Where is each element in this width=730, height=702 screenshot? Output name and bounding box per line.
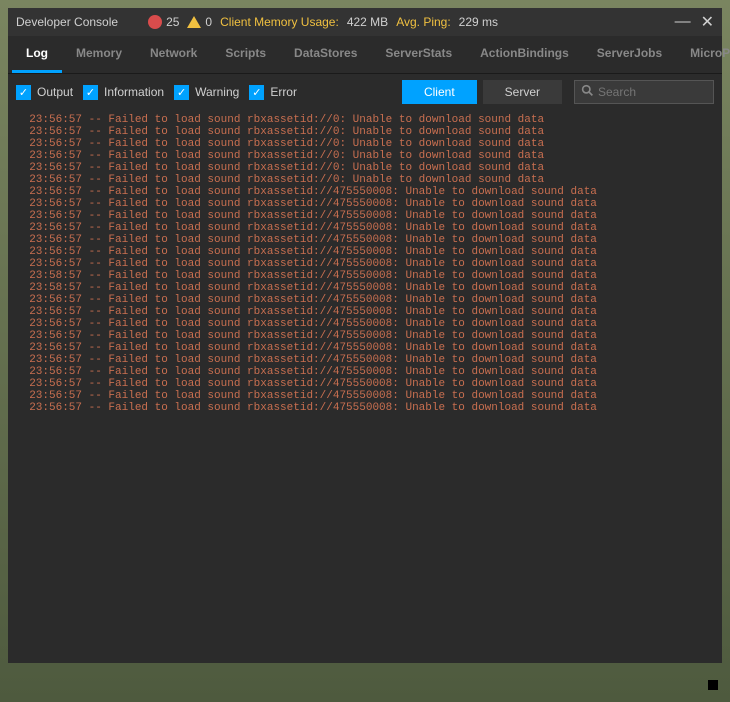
warning-icon [187, 16, 201, 28]
log-line: 23:56:57 -- Failed to load sound rbxasse… [16, 294, 714, 306]
tab-log[interactable]: Log [12, 36, 62, 73]
client-button[interactable]: Client [402, 80, 477, 104]
warn-count-badge: 0 [187, 15, 212, 29]
stats-group: 25 0 Client Memory Usage: 422 MB Avg. Pi… [148, 15, 675, 29]
label-error: Error [270, 85, 297, 99]
log-line: 23:58:57 -- Failed to load sound rbxasse… [16, 282, 714, 294]
developer-console-window: Developer Console 25 0 Client Memory Usa… [8, 8, 722, 663]
log-line: 23:56:57 -- Failed to load sound rbxasse… [16, 402, 714, 414]
error-icon [148, 15, 162, 29]
filter-bar: ✓ Output ✓ Information ✓ Warning ✓ Error… [8, 74, 722, 110]
log-line: 23:56:57 -- Failed to load sound rbxasse… [16, 306, 714, 318]
log-line: 23:56:57 -- Failed to load sound rbxasse… [16, 162, 714, 174]
log-line: 23:56:57 -- Failed to load sound rbxasse… [16, 258, 714, 270]
log-line: 23:56:57 -- Failed to load sound rbxasse… [16, 126, 714, 138]
log-line: 23:56:57 -- Failed to load sound rbxasse… [16, 390, 714, 402]
log-line: 23:56:57 -- Failed to load sound rbxasse… [16, 138, 714, 150]
close-button[interactable]: ✕ [701, 12, 714, 32]
window-controls: — ✕ [675, 12, 714, 32]
ping-label: Avg. Ping: [396, 15, 450, 29]
checkbox-information[interactable]: ✓ [83, 85, 98, 100]
checkbox-output[interactable]: ✓ [16, 85, 31, 100]
tab-memory[interactable]: Memory [62, 36, 136, 73]
log-line: 23:56:57 -- Failed to load sound rbxasse… [16, 354, 714, 366]
log-line: 23:56:57 -- Failed to load sound rbxasse… [16, 318, 714, 330]
search-input[interactable] [598, 85, 707, 99]
log-line: 23:56:57 -- Failed to load sound rbxasse… [16, 246, 714, 258]
log-line: 23:58:57 -- Failed to load sound rbxasse… [16, 270, 714, 282]
window-title: Developer Console [16, 15, 118, 29]
warn-count: 0 [205, 15, 212, 29]
tab-serverstats[interactable]: ServerStats [371, 36, 466, 73]
log-line: 23:56:57 -- Failed to load sound rbxasse… [16, 150, 714, 162]
log-line: 23:56:57 -- Failed to load sound rbxasse… [16, 342, 714, 354]
tab-actionbindings[interactable]: ActionBindings [466, 36, 583, 73]
server-button[interactable]: Server [483, 80, 562, 104]
label-warning: Warning [195, 85, 239, 99]
log-line: 23:56:57 -- Failed to load sound rbxasse… [16, 198, 714, 210]
minimize-button[interactable]: — [675, 13, 691, 31]
search-wrap[interactable] [574, 80, 714, 104]
tabs: Log Memory Network Scripts DataStores Se… [8, 36, 722, 74]
tab-datastores[interactable]: DataStores [280, 36, 371, 73]
titlebar: Developer Console 25 0 Client Memory Usa… [8, 8, 722, 36]
resize-handle[interactable] [708, 680, 718, 690]
log-line: 23:56:57 -- Failed to load sound rbxasse… [16, 114, 714, 126]
log-line: 23:56:57 -- Failed to load sound rbxasse… [16, 210, 714, 222]
log-line: 23:56:57 -- Failed to load sound rbxasse… [16, 234, 714, 246]
tab-serverjobs[interactable]: ServerJobs [583, 36, 676, 73]
memory-label: Client Memory Usage: [220, 15, 339, 29]
error-count-badge: 25 [148, 15, 179, 29]
tab-scripts[interactable]: Scripts [211, 36, 280, 73]
log-line: 23:56:57 -- Failed to load sound rbxasse… [16, 378, 714, 390]
tab-microprofiler[interactable]: MicroProfiler [676, 36, 730, 73]
tab-network[interactable]: Network [136, 36, 211, 73]
error-count: 25 [166, 15, 179, 29]
label-output: Output [37, 85, 73, 99]
log-line: 23:56:57 -- Failed to load sound rbxasse… [16, 186, 714, 198]
log-line: 23:56:57 -- Failed to load sound rbxasse… [16, 222, 714, 234]
memory-value: 422 MB [347, 15, 388, 29]
log-line: 23:56:57 -- Failed to load sound rbxasse… [16, 366, 714, 378]
search-icon [581, 84, 594, 100]
log-line: 23:56:57 -- Failed to load sound rbxasse… [16, 330, 714, 342]
label-information: Information [104, 85, 164, 99]
ping-value: 229 ms [459, 15, 498, 29]
checkbox-warning[interactable]: ✓ [174, 85, 189, 100]
log-line: 23:56:57 -- Failed to load sound rbxasse… [16, 174, 714, 186]
checkbox-error[interactable]: ✓ [249, 85, 264, 100]
log-area[interactable]: 23:56:57 -- Failed to load sound rbxasse… [8, 110, 722, 663]
